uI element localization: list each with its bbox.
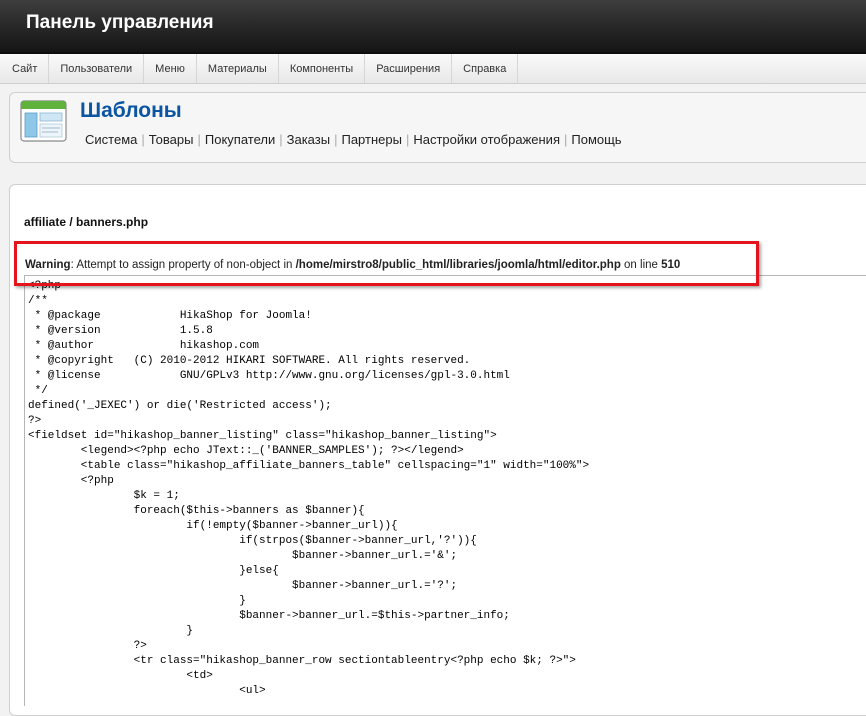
header-title: Панель управления xyxy=(26,12,214,33)
menu-item-content[interactable]: Материалы xyxy=(197,54,279,83)
templates-icon xyxy=(20,100,67,142)
code-line: <fieldset id="hikashop_banner_listing" c… xyxy=(28,430,497,442)
code-line: * @license GNU/GPLv3 http://www.gnu.org/… xyxy=(28,370,510,382)
code-line: if(strpos($banner->banner_url,'?')){ xyxy=(28,535,477,547)
code-line: $banner->banner_url.='&'; xyxy=(28,550,458,562)
code-line: foreach($this->banners as $banner){ xyxy=(28,505,365,517)
code-line: } xyxy=(28,625,194,637)
menu-item-extensions[interactable]: Расширения xyxy=(365,54,453,83)
menu-item-help[interactable]: Справка xyxy=(452,54,519,83)
menu-item-menu[interactable]: Меню xyxy=(144,54,197,83)
submenu-item-orders[interactable]: Заказы xyxy=(283,132,334,147)
code-line: /** xyxy=(28,295,48,307)
code-line: * @copyright (C) 2010-2012 HIKARI SOFTWA… xyxy=(28,355,471,367)
page-title: Шаблоны xyxy=(80,99,182,122)
code-line: <tr class="hikashop_banner_row sectionta… xyxy=(28,655,576,667)
code-line: ?> xyxy=(28,415,42,427)
code-line: defined('_JEXEC') or die('Restricted acc… xyxy=(28,400,332,412)
submenu-item-products[interactable]: Товары xyxy=(145,132,198,147)
menu-item-components[interactable]: Компоненты xyxy=(279,54,366,83)
highlight-box xyxy=(14,241,759,286)
submenu-item-system[interactable]: Система xyxy=(80,132,141,147)
submenu-item-help[interactable]: Помощь xyxy=(567,132,625,147)
code-line: <td> xyxy=(28,670,213,682)
component-submenu: Система | Товары | Покупатели | Заказы |… xyxy=(80,132,626,147)
code-line: <legend><?php echo JText::_('BANNER_SAMP… xyxy=(28,445,464,457)
submenu-item-display-settings[interactable]: Настройки отображения xyxy=(409,132,564,147)
code-line: * @version 1.5.8 xyxy=(28,325,213,337)
code-line: } xyxy=(28,595,246,607)
menu-item-users[interactable]: Пользователи xyxy=(49,54,145,83)
admin-header: Панель управления xyxy=(0,0,866,54)
code-line: $banner->banner_url.='?'; xyxy=(28,580,458,592)
submenu-item-customers[interactable]: Покупатели xyxy=(201,132,279,147)
menu-item-site[interactable]: Сайт xyxy=(2,54,50,83)
code-line: if(!empty($banner->banner_url)){ xyxy=(28,520,398,532)
code-line: }else{ xyxy=(28,565,279,577)
code-line: <table class="hikashop_affiliate_banners… xyxy=(28,460,590,472)
code-text[interactable]: <?php /** * @package HikaShop for Joomla!… xyxy=(25,276,866,699)
code-editor[interactable]: <?php /** * @package HikaShop for Joomla!… xyxy=(24,275,866,706)
code-line: $banner->banner_url.=$this->partner_info… xyxy=(28,610,510,622)
code-line: */ xyxy=(28,385,48,397)
code-line: ?> xyxy=(28,640,147,652)
code-line: <?php xyxy=(28,475,114,487)
top-menu: Сайт Пользователи Меню Материалы Компоне… xyxy=(0,54,866,84)
file-path: affiliate / banners.php xyxy=(24,215,149,229)
code-line: * @author hikashop.com xyxy=(28,340,260,352)
code-line: $k = 1; xyxy=(28,490,180,502)
submenu-item-partners[interactable]: Партнеры xyxy=(337,132,405,147)
code-line: * @package HikaShop for Joomla! xyxy=(28,310,312,322)
component-toolbar: Шаблоны Система | Товары | Покупатели | … xyxy=(9,92,866,163)
code-line: <ul> xyxy=(28,685,266,697)
